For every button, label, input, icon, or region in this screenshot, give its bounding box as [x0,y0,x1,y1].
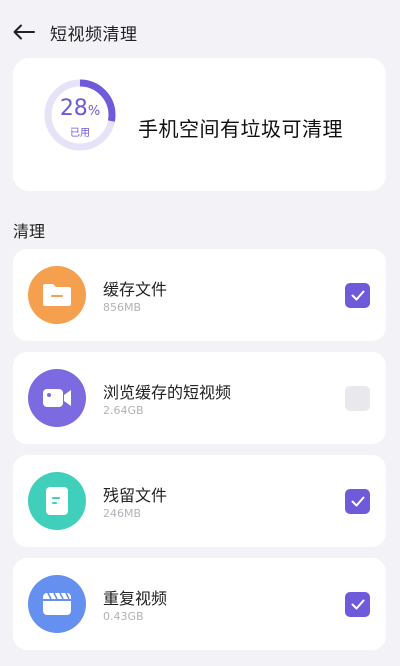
item-checkbox[interactable] [345,386,370,411]
video-camera-icon [28,369,86,427]
clean-item-browsed-videos[interactable]: 浏览缓存的短视频 2.64GB [13,352,386,444]
item-name: 浏览缓存的短视频 [103,383,232,402]
item-size: 246MB [103,507,142,520]
clean-item-residual-files[interactable]: 残留文件 246MB [13,455,386,547]
document-icon [28,472,86,530]
item-name: 重复视频 [103,589,168,608]
back-arrow-icon [13,24,35,40]
checkmark-icon [351,599,364,610]
storage-used-label: 已用 [70,128,90,139]
checkmark-icon [351,496,364,507]
checkmark-icon [351,290,364,301]
item-name: 残留文件 [103,486,168,505]
junk-summary-message: 手机空间有垃圾可清理 [138,117,343,141]
item-checkbox[interactable] [345,283,370,308]
clean-item-duplicate-videos[interactable]: 重复视频 0.43GB [13,558,386,650]
storage-summary-card: 28% 已用 手机空间有垃圾可清理 [13,58,386,191]
storage-percent: 28% [43,98,117,123]
section-title: 清理 [13,222,46,241]
storage-usage-ring: 28% 已用 [43,78,117,152]
folder-icon [28,266,86,324]
item-name: 缓存文件 [103,280,168,299]
storage-percent-unit: % [87,104,101,119]
back-button[interactable] [10,18,38,46]
item-size: 0.43GB [103,610,144,623]
clean-item-cache-files[interactable]: 缓存文件 856MB [13,249,386,341]
header-bar: 短视频清理 [0,0,400,62]
item-checkbox[interactable] [345,592,370,617]
page-title: 短视频清理 [50,25,138,45]
item-size: 856MB [103,301,142,314]
storage-percent-value: 28 [59,96,88,121]
clapperboard-icon [28,575,86,633]
item-size: 2.64GB [103,404,144,417]
item-checkbox[interactable] [345,489,370,514]
